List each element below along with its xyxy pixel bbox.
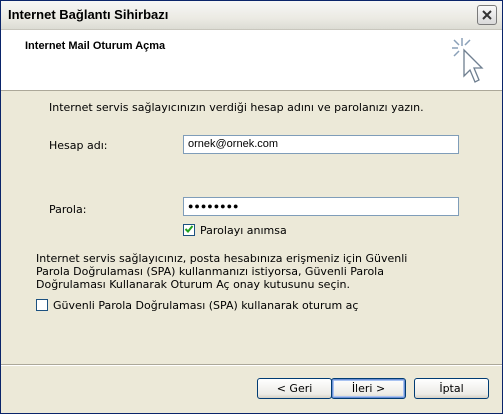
page-title: Internet Mail Oturum Açma <box>25 40 166 52</box>
password-input[interactable]: ●●●●●●●● <box>183 197 459 216</box>
intro-text: Internet servis sağlayıcınızın verdiği h… <box>49 101 424 114</box>
spa-label[interactable]: Güvenli Parola Doğrulaması (SPA) kullana… <box>53 299 358 312</box>
window-title: Internet Bağlantı Sihirbazı <box>8 7 169 22</box>
close-icon <box>482 10 492 20</box>
spa-description: Internet servis sağlayıcınız, posta hesa… <box>36 252 408 291</box>
password-label: Parola: <box>49 203 87 216</box>
spa-checkbox[interactable] <box>36 299 48 311</box>
wizard-header: Internet Mail Oturum Açma <box>1 30 502 91</box>
checkmark-icon <box>184 224 194 237</box>
back-button[interactable]: < Geri <box>257 378 332 399</box>
cancel-button[interactable]: İptal <box>414 378 489 399</box>
account-label: Hesap adı: <box>49 139 108 152</box>
wizard-cursor-icon <box>450 36 490 89</box>
title-bar[interactable]: Internet Bağlantı Sihirbazı <box>1 1 502 30</box>
wizard-window: Internet Bağlantı Sihirbazı Internet Mai… <box>0 0 503 414</box>
remember-password-checkbox[interactable] <box>183 224 195 236</box>
next-button[interactable]: İleri > <box>331 378 406 399</box>
footer-divider <box>1 364 502 366</box>
close-button[interactable] <box>477 5 497 25</box>
wizard-content: Internet servis sağlayıcınızın verdiği h… <box>1 91 502 361</box>
account-name-input[interactable]: ornek@ornek.com <box>183 135 459 154</box>
remember-password-label[interactable]: Parolayı anımsa <box>200 224 287 237</box>
